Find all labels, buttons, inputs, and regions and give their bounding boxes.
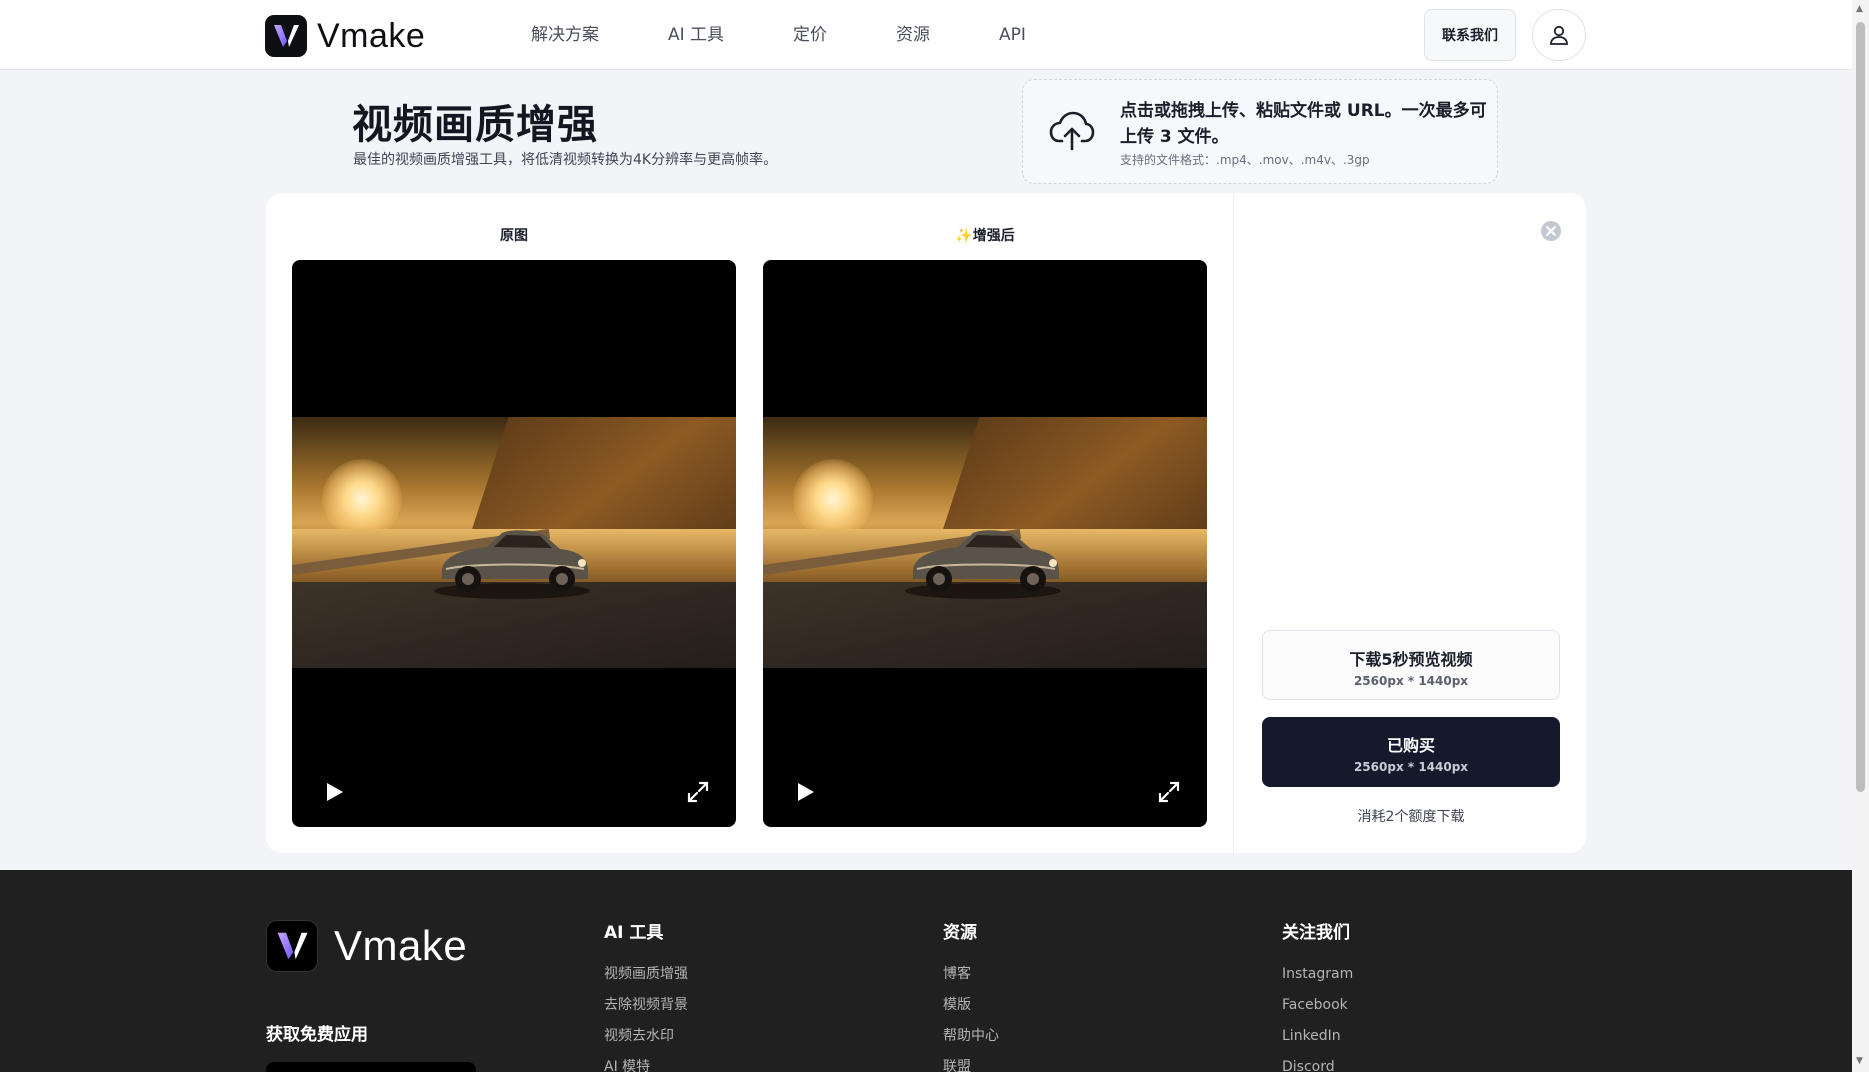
nav-solutions[interactable]: 解决方案 [531, 22, 599, 48]
download-preview-button[interactable]: 下载5秒预览视频 2560px * 1440px [1262, 630, 1560, 700]
contact-us-button[interactable]: 联系我们 [1424, 9, 1516, 61]
preview-button-title: 下载5秒预览视频 [1349, 650, 1473, 669]
original-video-player[interactable] [292, 260, 736, 827]
upload-formats: 支持的文件格式：.mp4、.mov、.m4v、.3gp [1120, 153, 1370, 167]
footer-col-resources: 资源 博客 模版 帮助中心 联盟 [943, 918, 999, 1072]
upload-instruction: 点击或拖拽上传、粘贴文件或 URL。一次最多可上传 3 文件。 [1120, 101, 1487, 147]
scroll-up-arrow-icon[interactable]: ▲ [1856, 4, 1863, 14]
footer-link[interactable]: AI 模特 [604, 1052, 688, 1072]
main-nav: 解决方案 AI 工具 定价 资源 API [531, 22, 1095, 48]
nav-ai-tools[interactable]: AI 工具 [668, 22, 724, 48]
site-footer: Vmake 获取免费应用 AI 工具 视频画质增强 去除视频背景 视频去水印 A… [0, 870, 1852, 1072]
play-icon[interactable] [793, 780, 817, 804]
scroll-thumb[interactable] [1856, 22, 1865, 792]
app-store-badge[interactable] [266, 1062, 476, 1072]
nav-pricing[interactable]: 定价 [793, 22, 827, 48]
top-header: Vmake 解决方案 AI 工具 定价 资源 API 联系我们 [0, 0, 1852, 70]
footer-brand-name: Vmake [334, 922, 468, 969]
purchased-download-button[interactable]: 已购买 2560px * 1440px [1262, 717, 1560, 787]
brand-logo[interactable]: Vmake [265, 15, 425, 57]
purchased-button-title: 已购买 [1386, 736, 1435, 755]
footer-col-ai-tools: AI 工具 视频画质增强 去除视频背景 视频去水印 AI 模特 [604, 918, 688, 1072]
original-video-frame [292, 417, 736, 668]
play-icon[interactable] [322, 780, 346, 804]
footer-link-instagram[interactable]: Instagram [1282, 959, 1353, 990]
user-account-button[interactable] [1532, 9, 1586, 61]
page-scrollbar[interactable]: ▲ ▼ [1852, 0, 1869, 1072]
original-label: 原图 [500, 228, 528, 244]
footer-link[interactable]: 帮助中心 [943, 1021, 999, 1052]
footer-link[interactable]: 博客 [943, 959, 999, 990]
fullscreen-icon[interactable] [1157, 780, 1181, 804]
enhanced-label: ✨增强后 [955, 228, 1015, 244]
purchased-button-size: 2560px * 1440px [1353, 760, 1469, 774]
footer-link-facebook[interactable]: Facebook [1282, 990, 1353, 1021]
enhanced-video-player[interactable] [763, 260, 1207, 827]
close-icon[interactable] [1540, 220, 1562, 242]
nav-api[interactable]: API [999, 22, 1026, 48]
footer-link[interactable]: 去除视频背景 [604, 990, 688, 1021]
scroll-down-arrow-icon[interactable]: ▼ [1856, 1056, 1863, 1066]
footer-link-linkedin[interactable]: LinkedIn [1282, 1021, 1353, 1052]
footer-link[interactable]: 视频画质增强 [604, 959, 688, 990]
page-subtitle: 最佳的视频画质增强工具，将低清视频转换为4K分辨率与更高帧率。 [353, 152, 778, 168]
credit-cost-note: 消耗2个额度下载 [1357, 809, 1465, 825]
nav-resources[interactable]: 资源 [896, 22, 930, 48]
get-free-app-heading: 获取免费应用 [266, 1025, 368, 1045]
preview-button-size: 2560px * 1440px [1353, 674, 1469, 688]
footer-link-discord[interactable]: Discord [1282, 1052, 1353, 1072]
page-title: 视频画质增强 [352, 102, 598, 148]
footer-link[interactable]: 视频去水印 [604, 1021, 688, 1052]
enhanced-video-frame [763, 417, 1207, 668]
footer-link[interactable]: 联盟 [943, 1052, 999, 1072]
cloud-upload-icon [1049, 111, 1095, 151]
footer-col-title: AI 工具 [604, 923, 664, 943]
vmake-logo-icon [266, 920, 318, 972]
footer-brand-logo[interactable]: Vmake [266, 920, 467, 972]
fullscreen-icon[interactable] [686, 780, 710, 804]
footer-link[interactable]: 模版 [943, 990, 999, 1021]
user-icon [1550, 25, 1568, 45]
enhance-result-card: 原图 ✨增强后 下载5秒预览视频 2560px * 1440px 已购买 256… [266, 193, 1586, 853]
footer-col-title: 关注我们 [1282, 923, 1350, 943]
brand-name: Vmake [317, 16, 426, 55]
vmake-logo-icon [265, 15, 307, 57]
upload-dropzone[interactable]: 点击或拖拽上传、粘贴文件或 URL。一次最多可上传 3 文件。 支持的文件格式：… [1022, 79, 1498, 184]
panel-divider [1233, 193, 1234, 853]
footer-col-title: 资源 [943, 923, 977, 943]
footer-col-follow-us: 关注我们 Instagram Facebook LinkedIn Discord [1282, 918, 1353, 1072]
